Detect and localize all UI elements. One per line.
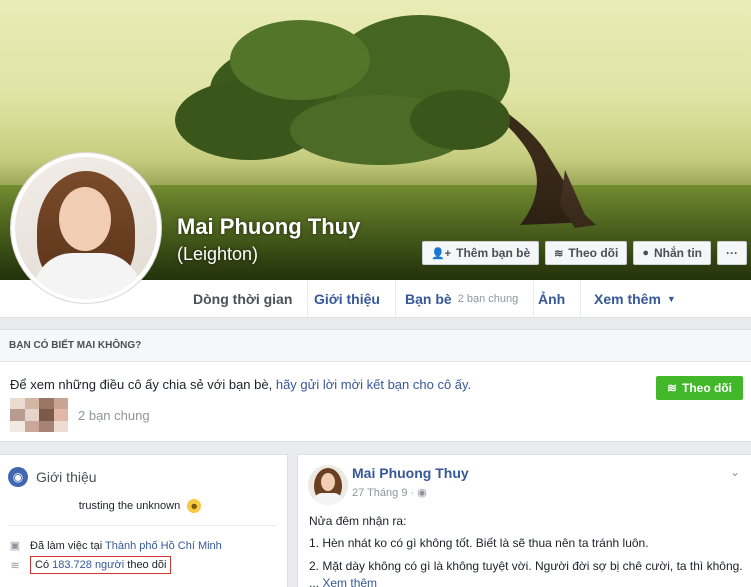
send-friend-request-link[interactable]: hãy gửi lời mời kết bạn cho cô ấy. [276, 377, 471, 392]
tab-label: Bạn bè [405, 290, 452, 307]
timeline-post: Mai Phuong Thuy 27 Tháng 9 · ◉ ⌄ Nửa đêm… [297, 454, 751, 587]
see-more-link[interactable]: Xem thêm [322, 576, 377, 587]
tab-label: Ảnh [538, 290, 566, 307]
avatar-face [59, 187, 111, 251]
follow-label: Theo dõi [568, 246, 619, 260]
mosaic-tile [53, 398, 68, 410]
know-text: Để xem những điều cô ấy chia sẻ với bạn … [10, 377, 471, 392]
followers-prefix: Có [35, 559, 50, 571]
post-author-name[interactable]: Mai Phuong Thuy [352, 465, 469, 481]
more-label: ··· [726, 246, 738, 260]
add-friend-button[interactable]: 👤+ Thêm bạn bè [421, 241, 540, 265]
rss-icon: ≋ [666, 381, 677, 395]
avatar-shirt [314, 493, 342, 505]
mosaic-tile [39, 409, 54, 421]
mosaic-tile [53, 420, 68, 432]
work-text: Đã làm việc tại Thành phố Hồ Chí Minh [30, 540, 222, 552]
post-author-avatar[interactable] [308, 465, 348, 505]
work-prefix: Đã làm việc tại [30, 539, 103, 552]
follow-green-label: Theo dõi [682, 381, 732, 395]
avatar [15, 157, 157, 299]
caret-down-icon: ▼ [666, 293, 676, 304]
tab-friends-mutual: 2 bạn chung [457, 292, 519, 305]
person-add-icon: 👤+ [430, 247, 452, 260]
followers-row: ≋ Có 183.728 người theo dõi [8, 556, 172, 574]
rss-icon: ≋ [554, 247, 564, 260]
followers-suffix: theo dõi [127, 559, 167, 571]
message-button[interactable]: ● Nhắn tin [633, 241, 711, 265]
more-options-button[interactable]: ··· [717, 241, 747, 265]
post-line: Nửa đêm nhận ra: [309, 514, 407, 528]
intro-header: ◉ Giới thiệu [8, 467, 97, 487]
avatar-face [321, 473, 335, 491]
cover-actions: 👤+ Thêm bạn bè ≋ Theo dõi ● Nhắn tin ··· [421, 241, 747, 265]
post-date[interactable]: 27 Tháng 9 · [352, 487, 414, 499]
work-place-link[interactable]: Thành phố Hồ Chí Minh [105, 540, 222, 552]
briefcase-icon: ▣ [9, 540, 21, 552]
rss-icon: ≋ [10, 559, 20, 572]
profile-alternate-name: (Leighton) [177, 244, 259, 264]
mosaic-tile [39, 420, 54, 432]
mutual-friends-avatars [10, 398, 68, 432]
profile-picture[interactable] [10, 152, 162, 304]
bio-text: trusting the unknown [78, 499, 181, 512]
mosaic-tile [24, 398, 39, 410]
mosaic-tile [10, 409, 25, 421]
intro-card: ◉ Giới thiệu trusting the unknown ☻ ▣ Đã… [0, 454, 288, 587]
mosaic-tile [24, 420, 39, 432]
post-line: 1. Hèn nhát ko có gì không tốt. Biết là … [309, 536, 649, 551]
message-label: Nhắn tin [654, 246, 702, 260]
avatar-shirt [33, 253, 141, 299]
tab-timeline[interactable]: Dòng thời gian [178, 280, 309, 317]
know-heading: BẠN CÓ BIẾT MAI KHÔNG? [0, 330, 751, 362]
mosaic-tile [53, 409, 68, 421]
post-meta: 27 Tháng 9 · ◉ [352, 486, 427, 500]
post-line: 2. Mặt dày không có gì là không tuyệt vờ… [309, 558, 749, 587]
work-row: ▣ Đã làm việc tại Thành phố Hồ Chí Minh [8, 539, 222, 553]
tab-about[interactable]: Giới thiệu [299, 280, 396, 317]
globe-small-icon: ◉ [417, 487, 427, 499]
mosaic-tile [39, 398, 54, 410]
chevron-down-icon[interactable]: ⌄ [730, 465, 740, 479]
mosaic-tile [10, 420, 25, 432]
know-her-box: BẠN CÓ BIẾT MAI KHÔNG? Để xem những điều… [0, 329, 751, 442]
mosaic-tile [24, 409, 39, 421]
intro-title: Giới thiệu [36, 469, 97, 485]
know-text-main: Để xem những điều cô ấy chia sẻ với bạn … [10, 377, 273, 392]
followers-highlight: Có 183.728 người theo dõi [30, 556, 172, 574]
messenger-icon: ● [642, 247, 649, 259]
tab-label: Dòng thời gian [193, 290, 293, 307]
mutual-friends[interactable]: 2 bạn chung [10, 398, 150, 432]
mosaic-tile [10, 398, 25, 410]
tab-friends[interactable]: Bạn bè 2 bạn chung [390, 280, 535, 317]
tab-more[interactable]: Xem thêm ▼ [579, 280, 691, 317]
add-friend-label: Thêm bạn bè [456, 246, 531, 260]
tab-photos[interactable]: Ảnh [523, 280, 582, 317]
intro-bio: trusting the unknown ☻ [0, 499, 280, 513]
divider [8, 525, 276, 526]
post-body: Nửa đêm nhận ra: 1. Hèn nhát ko có gì kh… [309, 513, 749, 587]
follow-green-button[interactable]: ≋ Theo dõi [655, 376, 743, 400]
tab-label: Giới thiệu [314, 290, 380, 307]
smile-icon: ☻ [187, 499, 202, 513]
follow-button[interactable]: ≋ Theo dõi [545, 241, 628, 265]
followers-count-link[interactable]: 183.728 người [52, 559, 124, 571]
mutual-friends-label: 2 bạn chung [78, 407, 150, 423]
globe-icon: ◉ [8, 467, 28, 487]
profile-name[interactable]: Mai Phuong Thuy [177, 214, 360, 240]
tab-label: Xem thêm [594, 290, 661, 307]
